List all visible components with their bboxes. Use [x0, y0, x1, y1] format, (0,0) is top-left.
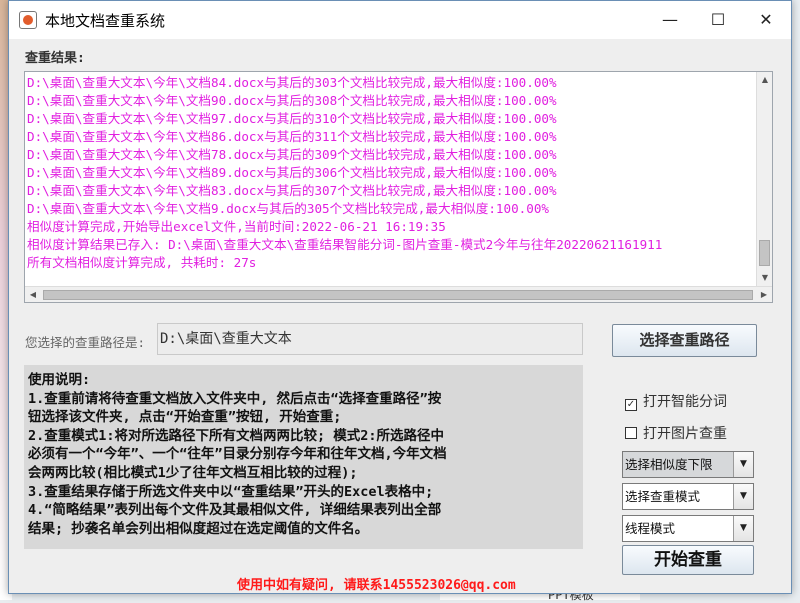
smart-segmentation-label: 打开智能分词 [643, 394, 727, 410]
result-line: 相似度计算结果已存入: D:\桌面\查重大文本\查重结果智能分词-图片查重-模式… [27, 237, 663, 252]
path-field[interactable]: D:\桌面\查重大文本 [157, 323, 583, 355]
app-window: 本地文档查重系统 — ☐ ✕ 查重结果: D:\桌面\查重大文本\今年\文档84… [8, 0, 792, 594]
scroll-right-icon[interactable]: ▶ [756, 287, 772, 302]
horizontal-scroll-thumb[interactable] [43, 290, 753, 300]
help-title: 使用说明: [28, 372, 91, 388]
check-mode-value: 选择查重模式 [625, 489, 701, 504]
result-line: D:\桌面\查重大文本\今年\文档86.docx与其后的311个文档比较完成,最… [27, 129, 557, 144]
title-bar: 本地文档查重系统 — ☐ ✕ [9, 1, 791, 39]
scroll-left-icon[interactable]: ◀ [25, 287, 41, 302]
contact-footer: 使用中如有疑问, 请联系1455523026@qq.com [237, 578, 516, 593]
horizontal-scrollbar[interactable]: ◀ ▶ [25, 286, 772, 302]
help-line: 4.“简略结果”表列出每个文件及其最相似文件, 详细结果表列出全部 [28, 502, 442, 519]
result-line: D:\桌面\查重大文本\今年\文档84.docx与其后的303个文档比较完成,最… [27, 75, 557, 90]
results-label: 查重结果: [25, 51, 85, 66]
maximize-button[interactable]: ☐ [693, 1, 743, 39]
choose-path-button[interactable]: 选择查重路径 [612, 324, 757, 357]
scroll-down-icon[interactable]: ▼ [757, 270, 772, 286]
help-line: 1.查重前请将待查重文档放入文件夹中, 然后点击“选择查重路径”按 [28, 390, 442, 407]
image-check-checkbox[interactable]: 打开图片查重 [625, 423, 727, 443]
java-app-icon [19, 11, 37, 29]
check-mode-select[interactable]: 选择查重模式 ▼ [622, 483, 754, 510]
scroll-up-icon[interactable]: ▲ [757, 72, 772, 88]
result-line: D:\桌面\查重大文本\今年\文档78.docx与其后的309个文档比较完成,最… [27, 147, 557, 162]
minimize-button[interactable]: — [645, 1, 695, 39]
chevron-down-icon[interactable]: ▼ [733, 484, 753, 509]
image-check-label: 打开图片查重 [643, 426, 727, 442]
result-line: 所有文档相似度计算完成, 共耗时: 27s [27, 255, 257, 270]
help-line: 2.查重模式1:将对所选路径下所有文档两两比较; 模式2:所选路径中 [28, 427, 445, 444]
thread-mode-value: 线程模式 [625, 521, 676, 536]
close-button[interactable]: ✕ [741, 1, 791, 39]
path-label: 您选择的查重路径是: [25, 335, 146, 350]
help-line: 3.查重结果存储于所选文件夹中以“查重结果”开头的Excel表格中; [28, 483, 434, 500]
similarity-threshold-select[interactable]: 选择相似度下限 ▼ [622, 451, 754, 478]
help-line: 钮选择该文件夹, 点击“开始查重”按钮, 开始查重; [28, 409, 342, 426]
result-line: D:\桌面\查重大文本\今年\文档90.docx与其后的308个文档比较完成,最… [27, 93, 557, 108]
smart-segmentation-checkbox[interactable]: ✓ 打开智能分词 [625, 391, 727, 411]
results-log[interactable]: D:\桌面\查重大文本\今年\文档84.docx与其后的303个文档比较完成,最… [27, 74, 757, 284]
start-check-button[interactable]: 开始查重 [622, 545, 754, 575]
window-title: 本地文档查重系统 [45, 12, 166, 30]
help-line: 必须有一个“今年”、一个“往年”目录分别存今年和往年文档,今年文档 [28, 446, 447, 463]
results-text-area[interactable]: D:\桌面\查重大文本\今年\文档84.docx与其后的303个文档比较完成,最… [24, 71, 773, 303]
result-line: D:\桌面\查重大文本\今年\文档97.docx与其后的310个文档比较完成,最… [27, 111, 557, 126]
help-line: 结果; 抄袭名单会列出相似度超过在选定阈值的文件名。 [28, 520, 369, 537]
help-line: 会两两比较(相比模式1少了往年文档互相比较的过程); [28, 464, 358, 481]
thread-mode-select[interactable]: 线程模式 ▼ [622, 515, 754, 542]
help-panel: 使用说明: 1.查重前请将待查重文档放入文件夹中, 然后点击“选择查重路径”按 … [24, 365, 583, 549]
chevron-down-icon[interactable]: ▼ [733, 452, 753, 477]
checkbox-unchecked-icon[interactable] [625, 427, 637, 439]
result-line: D:\桌面\查重大文本\今年\文档9.docx与其后的305个文档比较完成,最大… [27, 201, 550, 216]
vertical-scrollbar[interactable]: ▲ ▼ [756, 72, 772, 286]
result-line: D:\桌面\查重大文本\今年\文档83.docx与其后的307个文档比较完成,最… [27, 183, 557, 198]
similarity-threshold-value: 选择相似度下限 [625, 457, 713, 472]
checkbox-checked-icon[interactable]: ✓ [625, 399, 637, 411]
result-line: D:\桌面\查重大文本\今年\文档89.docx与其后的306个文档比较完成,最… [27, 165, 557, 180]
result-line: 相似度计算完成,开始导出excel文件,当前时间:2022-06-21 16:1… [27, 219, 446, 234]
chevron-down-icon[interactable]: ▼ [733, 516, 753, 541]
vertical-scroll-thumb[interactable] [759, 240, 770, 266]
